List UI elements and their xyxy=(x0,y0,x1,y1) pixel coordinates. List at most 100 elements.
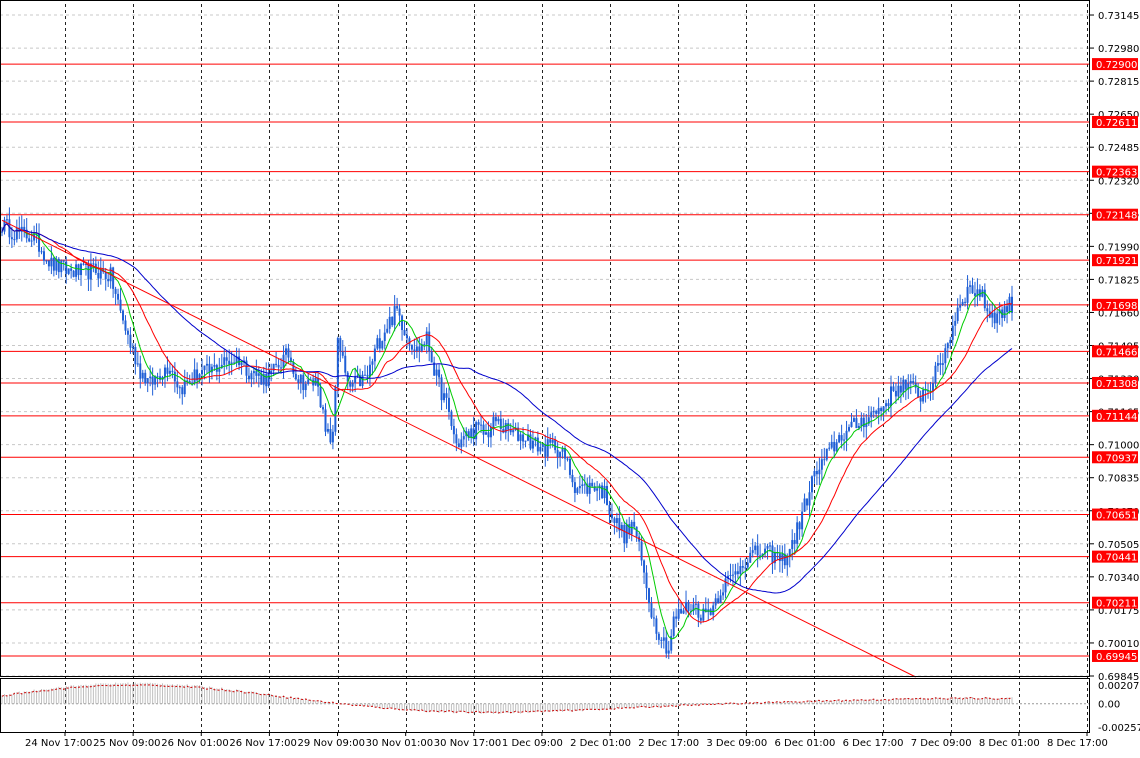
candle-body xyxy=(751,550,754,553)
candle-body xyxy=(329,429,332,443)
candle-body xyxy=(344,355,347,373)
candle-body xyxy=(284,348,287,355)
candle-body xyxy=(941,363,944,365)
candle-body xyxy=(373,348,376,362)
candle-body xyxy=(247,375,250,380)
time-tick-label: 30 Nov 17:00 xyxy=(434,738,501,749)
time-tick-label: 7 Dec 09:00 xyxy=(911,738,972,749)
candle-body xyxy=(519,434,522,441)
candle-body xyxy=(50,257,53,267)
candle-body xyxy=(746,562,749,568)
candle-body xyxy=(265,373,268,387)
candle-body xyxy=(1,231,3,233)
candle-body xyxy=(719,595,722,604)
candle-body xyxy=(168,370,171,374)
candle-body xyxy=(356,375,359,377)
candle-body xyxy=(546,439,549,457)
candle-body xyxy=(371,361,374,365)
candle-body xyxy=(156,376,159,378)
candle-body xyxy=(77,264,80,276)
candle-body xyxy=(633,521,636,527)
candle-body xyxy=(341,351,344,356)
candle-body xyxy=(576,488,579,493)
candle-body xyxy=(872,410,875,413)
candle-body xyxy=(114,288,117,294)
trendline-group xyxy=(1,219,916,678)
candle-body xyxy=(322,407,325,410)
candle-body xyxy=(381,341,384,349)
price-tick-label: 0.72980 xyxy=(1098,44,1139,55)
candle-body xyxy=(991,312,994,318)
candle-body xyxy=(455,434,458,444)
candle-body xyxy=(741,566,744,568)
candle-body xyxy=(845,430,848,440)
candle-body xyxy=(996,313,999,324)
candle-body xyxy=(647,588,650,604)
candle-body xyxy=(709,609,712,615)
candle-body xyxy=(188,381,191,383)
candle-body xyxy=(536,437,539,452)
candle-body xyxy=(418,346,421,351)
candle-body xyxy=(615,518,618,523)
chart-window[interactable]: 0.73145 0.72980 0.72815 0.72650 0.72485 0.723… xyxy=(0,0,1140,754)
candle-body xyxy=(652,617,655,619)
candle-body xyxy=(850,421,853,428)
candle-body xyxy=(386,328,389,333)
candle-body xyxy=(67,268,70,274)
candle-body xyxy=(697,603,700,618)
candle-body xyxy=(749,552,752,563)
time-tick-label: 1 Dec 09:00 xyxy=(502,738,563,749)
price-chart[interactable]: 0.731450.729800.728150.726500.724850.723… xyxy=(0,0,1140,754)
candle-body xyxy=(788,549,791,556)
candle-body xyxy=(425,331,428,345)
candle-body xyxy=(848,427,851,431)
level-label: 0.70651 xyxy=(1096,511,1137,522)
candle-body xyxy=(294,373,297,380)
candle-body xyxy=(45,260,48,262)
candle-body xyxy=(57,258,60,273)
candle-body xyxy=(183,380,186,395)
candle-body xyxy=(210,366,213,373)
candle-body xyxy=(1011,296,1013,313)
candle-body xyxy=(899,385,902,393)
candle-body xyxy=(855,418,858,429)
candle-body xyxy=(578,486,581,489)
oscillator-tick-label: -0.002571 xyxy=(1098,723,1140,734)
candle-body xyxy=(625,524,628,544)
candle-body xyxy=(734,571,737,575)
candle-body xyxy=(877,408,880,414)
horizontal-levels xyxy=(0,63,1090,657)
candle-body xyxy=(939,363,942,365)
level-label: 0.71308 xyxy=(1096,379,1137,390)
candle-body xyxy=(680,609,683,614)
time-tick-label: 2 Dec 17:00 xyxy=(638,738,699,749)
candle-body xyxy=(860,417,863,426)
candle-body xyxy=(936,363,939,366)
level-label: 0.70441 xyxy=(1096,553,1137,564)
candles xyxy=(1,207,1013,660)
candle-body xyxy=(778,553,781,562)
candle-body xyxy=(956,307,959,321)
candle-body xyxy=(699,617,702,621)
candle-body xyxy=(754,545,757,551)
main-panel-frame xyxy=(0,0,1090,677)
candle-body xyxy=(413,349,416,352)
candle-body xyxy=(139,363,142,379)
candle-body xyxy=(687,602,690,612)
candle-body xyxy=(722,592,725,596)
candle-body xyxy=(213,365,216,367)
candle-body xyxy=(252,371,255,374)
candle-body xyxy=(657,633,660,640)
time-tick-label: 8 Dec 17:00 xyxy=(1047,738,1108,749)
candle-body xyxy=(934,365,937,384)
candle-body xyxy=(228,360,231,365)
candle-body xyxy=(838,435,841,443)
candle-body xyxy=(129,334,132,348)
candle-body xyxy=(682,610,685,614)
candle-body xyxy=(267,373,270,387)
oscillator-panel xyxy=(0,682,1090,714)
candle-body xyxy=(292,362,295,374)
candle-body xyxy=(677,609,680,619)
candle-body xyxy=(122,310,125,321)
price-tick-label: 0.71990 xyxy=(1098,242,1139,253)
